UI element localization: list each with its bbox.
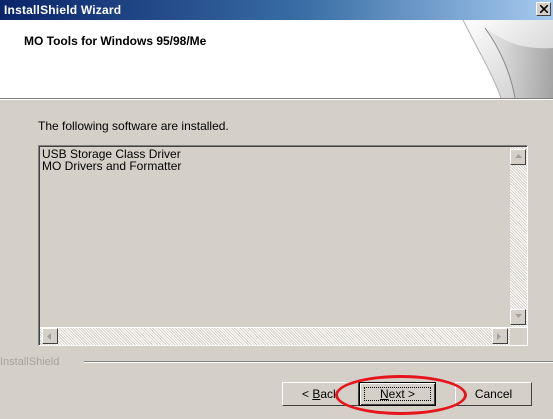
back-button-rest: ack [320, 387, 340, 401]
header-divider [0, 98, 553, 100]
list-frame: USB Storage Class Driver MO Drivers and … [39, 146, 527, 345]
arrow-left-icon [47, 333, 51, 340]
installed-software-list[interactable]: USB Storage Class Driver MO Drivers and … [38, 145, 528, 346]
next-button[interactable]: Next > [359, 382, 436, 406]
arrow-up-icon [515, 154, 522, 158]
wizard-header: MO Tools for Windows 95/98/Me [0, 20, 553, 98]
scroll-right-button[interactable] [492, 328, 508, 344]
vertical-scrollbar[interactable] [510, 147, 527, 327]
scroll-down-button[interactable] [510, 309, 526, 325]
product-title: MO Tools for Windows 95/98/Me [24, 34, 207, 48]
title-bar[interactable]: InstallShield Wizard [0, 0, 553, 20]
back-button-prefix: < [301, 387, 313, 401]
cancel-button[interactable]: Cancel [455, 382, 532, 406]
list-item: MO Drivers and Formatter [42, 159, 182, 173]
list-content[interactable]: USB Storage Class Driver MO Drivers and … [40, 147, 510, 327]
scroll-left-button[interactable] [42, 328, 58, 344]
scroll-up-button[interactable] [510, 149, 526, 165]
instruction-text: The following software are installed. [38, 119, 229, 133]
arrow-down-icon [515, 314, 522, 318]
branding-row: InstallShield [0, 356, 553, 368]
close-icon [540, 5, 548, 13]
branding-divider [84, 361, 553, 363]
cancel-button-label: Cancel [474, 387, 513, 401]
installshield-brand-label: InstallShield [0, 356, 60, 368]
horizontal-scrollbar[interactable] [40, 328, 510, 345]
installer-window: InstallShield Wizard MO Tools for Window… [0, 0, 553, 419]
arrow-right-icon [497, 333, 501, 340]
installshield-page-curl-icon [423, 20, 553, 98]
focus-rectangle [364, 387, 431, 401]
back-button[interactable]: < Back [282, 382, 359, 406]
window-title: InstallShield Wizard [4, 3, 122, 17]
close-button[interactable] [536, 2, 551, 16]
scrollbar-corner [510, 328, 527, 345]
